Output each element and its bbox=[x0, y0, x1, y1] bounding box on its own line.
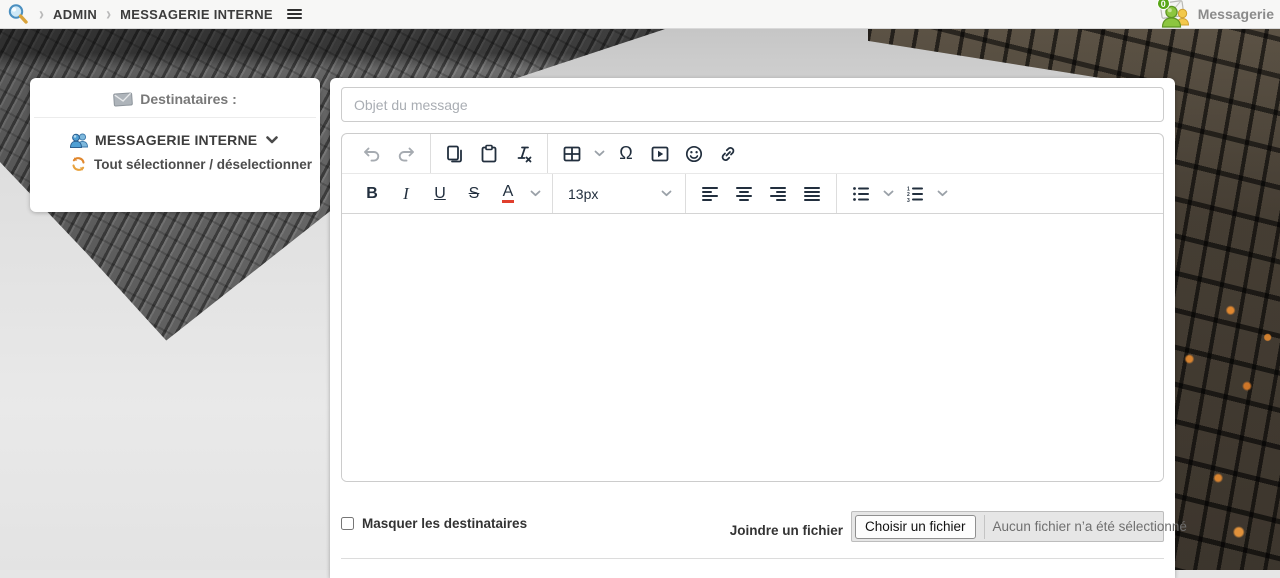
breadcrumb-separator: › bbox=[106, 4, 111, 24]
emoji-button[interactable] bbox=[677, 137, 711, 171]
envelope-icon bbox=[113, 92, 133, 107]
editor-content-area[interactable] bbox=[342, 214, 1163, 481]
font-size-select[interactable]: 13px bbox=[560, 177, 678, 211]
footer-divider bbox=[341, 558, 1164, 559]
select-all-label: Tout sélectionner / déselectionner bbox=[94, 157, 312, 172]
editor-toolbar-row1: Ω bbox=[342, 134, 1163, 174]
table-menu-chevron[interactable] bbox=[589, 137, 609, 171]
attach-file-label: Joindre un fichier bbox=[730, 523, 843, 538]
topbar: › ADMIN › MESSAGERIE INTERNE 0 Messageri… bbox=[0, 0, 1280, 29]
rich-text-editor: Ω B I U S A bbox=[341, 133, 1164, 482]
select-all-toggle[interactable]: Tout sélectionner / déselectionner bbox=[70, 156, 320, 172]
topbar-right: 0 Messagerie bbox=[1157, 0, 1274, 28]
redo-button[interactable] bbox=[389, 137, 423, 171]
italic-button[interactable]: I bbox=[389, 177, 423, 211]
bullet-list-chevron[interactable] bbox=[878, 177, 898, 211]
bold-button[interactable]: B bbox=[355, 177, 389, 211]
link-button[interactable] bbox=[711, 137, 745, 171]
chevron-down-icon bbox=[266, 136, 278, 144]
recipients-group-label: MESSAGERIE INTERNE bbox=[95, 132, 257, 148]
align-right-button[interactable] bbox=[761, 177, 795, 211]
bullet-list-button[interactable] bbox=[844, 177, 878, 211]
font-size-value: 13px bbox=[568, 186, 598, 202]
text-color-chevron[interactable] bbox=[525, 177, 545, 211]
menu-icon[interactable] bbox=[287, 9, 302, 20]
hide-recipients-label[interactable]: Masquer les destinataires bbox=[362, 516, 527, 531]
file-status-text: Aucun fichier n’a été sélectionné bbox=[984, 515, 1187, 539]
hide-recipients-checkbox[interactable] bbox=[341, 517, 354, 530]
breadcrumb-separator: › bbox=[39, 4, 44, 24]
strikethrough-button[interactable]: S bbox=[457, 177, 491, 211]
group-people-icon bbox=[70, 132, 88, 148]
numbered-list-chevron[interactable] bbox=[932, 177, 952, 211]
align-justify-button[interactable] bbox=[795, 177, 829, 211]
align-center-button[interactable] bbox=[727, 177, 761, 211]
messagerie-label: Messagerie bbox=[1198, 6, 1274, 22]
file-input[interactable]: Choisir un fichier Aucun fichier n’a été… bbox=[851, 511, 1164, 542]
table-button[interactable] bbox=[555, 137, 589, 171]
breadcrumb-admin[interactable]: ADMIN bbox=[53, 7, 97, 22]
refresh-arrows-icon bbox=[70, 156, 87, 172]
align-left-button[interactable] bbox=[693, 177, 727, 211]
numbered-list-button[interactable]: 123 bbox=[898, 177, 932, 211]
compose-panel: Ω B I U S A bbox=[330, 78, 1175, 578]
copy-button[interactable] bbox=[438, 137, 472, 171]
clear-formatting-button[interactable] bbox=[506, 137, 540, 171]
underline-button[interactable]: U bbox=[423, 177, 457, 211]
special-character-button[interactable]: Ω bbox=[609, 137, 643, 171]
text-color-button[interactable]: A bbox=[491, 177, 525, 211]
messagerie-contacts-icon[interactable]: 0 bbox=[1157, 0, 1194, 28]
paste-button[interactable] bbox=[472, 137, 506, 171]
choose-file-button[interactable]: Choisir un fichier bbox=[855, 515, 976, 539]
search-icon[interactable] bbox=[6, 2, 30, 26]
recipients-divider bbox=[34, 117, 316, 118]
editor-toolbar-row2: B I U S A 13px bbox=[342, 174, 1163, 214]
undo-button[interactable] bbox=[355, 137, 389, 171]
recipients-panel: Destinataires : MESSAGERIE INTERNE bbox=[30, 78, 320, 212]
recipients-title: Destinataires : bbox=[140, 91, 236, 107]
subject-input[interactable] bbox=[341, 87, 1164, 122]
recipients-group-toggle[interactable]: MESSAGERIE INTERNE bbox=[70, 132, 320, 148]
svg-text:3: 3 bbox=[907, 197, 910, 201]
media-button[interactable] bbox=[643, 137, 677, 171]
breadcrumb-messagerie-interne[interactable]: MESSAGERIE INTERNE bbox=[120, 7, 273, 22]
recipients-title-row: Destinataires : bbox=[30, 91, 320, 107]
compose-footer: Masquer les destinataires Joindre un fic… bbox=[341, 511, 1164, 542]
